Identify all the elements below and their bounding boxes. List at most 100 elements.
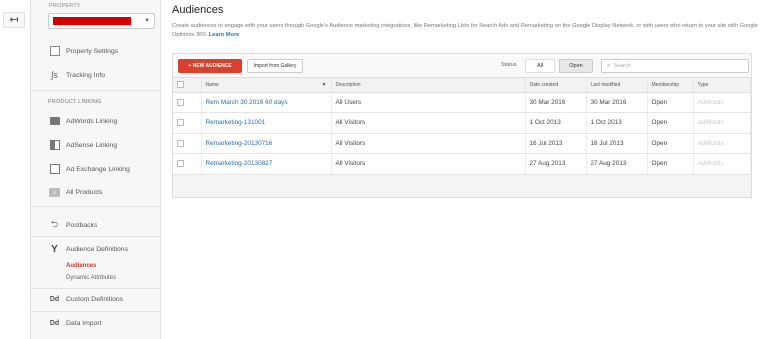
sidebar-item-label: Tracking Info bbox=[66, 71, 106, 79]
learn-more-link[interactable]: Learn More bbox=[209, 32, 240, 38]
table-row: Remarketing-20130716 All Visitors 16 Jul… bbox=[173, 133, 751, 154]
ga-admin-audiences: ↤ PROPERTY ▼ Property Settings ʃs Tracki… bbox=[0, 0, 768, 339]
sidebar-item-label: Postbacks bbox=[66, 221, 98, 229]
admin-sidebar: PROPERTY ▼ Property Settings ʃs Tracking… bbox=[31, 0, 161, 339]
sidebar-item-ad-exchange-linking[interactable]: Ad Exchange Linking bbox=[31, 158, 161, 180]
select-all-checkbox[interactable] bbox=[177, 81, 184, 89]
sidebar-item-label: AdSense Linking bbox=[66, 141, 118, 149]
sidebar-item-all-products[interactable]: ⠿ All Products bbox=[31, 181, 161, 203]
audience-name-link[interactable]: Remarketing-20130827 bbox=[201, 153, 332, 175]
date-created: 27 Aug 2013 bbox=[525, 153, 587, 175]
status-label: Status bbox=[501, 62, 517, 68]
audience-name-link[interactable]: Remarketing-131001 bbox=[201, 112, 332, 134]
date-created: 1 Oct 2013 bbox=[525, 112, 587, 134]
search-box[interactable]: ⌕ bbox=[601, 59, 749, 73]
column-header-membership[interactable]: Membership bbox=[647, 78, 694, 93]
sidebar-item-postbacks[interactable]: ⮌ Postbacks bbox=[31, 214, 161, 236]
column-header-description[interactable]: Description bbox=[331, 78, 526, 93]
audience-type: AdWords bbox=[693, 92, 751, 113]
new-audience-button[interactable]: + NEW AUDIENCE bbox=[178, 59, 242, 73]
membership: Open bbox=[647, 153, 694, 175]
import-from-gallery-button[interactable]: Import from Gallery bbox=[247, 59, 303, 73]
tracking-info-icon: ʃs bbox=[51, 70, 58, 80]
audiences-table: Name ▼ Description Date created Last modi… bbox=[173, 78, 751, 175]
column-header-last-modified[interactable]: Last modified bbox=[586, 78, 648, 93]
back-column: ↤ bbox=[0, 0, 31, 339]
membership: Open bbox=[647, 133, 694, 154]
sidebar-item-property-settings[interactable]: Property Settings bbox=[31, 40, 161, 62]
sidebar-item-audience-definitions[interactable]: Y Audience Definitions bbox=[31, 238, 161, 260]
divider bbox=[31, 236, 161, 237]
date-created: 30 Mar 2016 bbox=[525, 92, 587, 113]
search-input[interactable] bbox=[613, 63, 734, 69]
audience-name-link[interactable]: Rem March 30 2016 60 days bbox=[201, 92, 332, 113]
table-row: Remarketing-131001 All Visitors 1 Oct 20… bbox=[173, 112, 751, 134]
last-modified: 16 Jul 2013 bbox=[586, 133, 648, 154]
adsense-icon bbox=[49, 140, 60, 150]
sidebar-subitem-dynamic-attributes[interactable]: Dynamic Attributes bbox=[66, 275, 116, 281]
divider bbox=[31, 206, 161, 207]
toolbar: + NEW AUDIENCE Import from Gallery Statu… bbox=[173, 54, 751, 78]
audience-description: All Users bbox=[331, 92, 526, 113]
status-filter-all[interactable]: All bbox=[525, 59, 555, 73]
membership: Open bbox=[647, 92, 694, 113]
last-modified: 1 Oct 2013 bbox=[586, 112, 648, 134]
audience-description: All Visitors bbox=[331, 153, 526, 175]
data-import-icon: Dd bbox=[49, 319, 60, 327]
row-select-cell bbox=[173, 112, 202, 134]
audience-name-link[interactable]: Remarketing-20130716 bbox=[201, 133, 332, 154]
row-checkbox[interactable] bbox=[177, 98, 184, 106]
status-filter-open[interactable]: Open bbox=[559, 59, 593, 73]
chevron-down-icon: ▼ bbox=[144, 18, 150, 24]
sidebar-item-label: Property Settings bbox=[66, 47, 119, 55]
sidebar-item-label: Custom Definitions bbox=[66, 295, 124, 303]
sidebar-item-adsense-linking[interactable]: AdSense Linking bbox=[31, 134, 161, 156]
sidebar-item-label: Data Import bbox=[66, 319, 102, 327]
row-checkbox[interactable] bbox=[177, 139, 184, 147]
custom-definitions-icon: Dd bbox=[49, 295, 60, 303]
property-selector[interactable]: ▼ bbox=[48, 13, 155, 29]
membership: Open bbox=[647, 112, 694, 134]
sidebar-item-tracking-info[interactable]: ʃs Tracking Info bbox=[31, 64, 161, 86]
sidebar-item-label: AdWords Linking bbox=[66, 117, 118, 125]
last-modified: 30 Mar 2016 bbox=[586, 92, 648, 113]
sort-arrow-icon: ▼ bbox=[321, 81, 327, 88]
main-content: Audiences Create audiences to engage wit… bbox=[161, 0, 768, 339]
audience-type: AdWords bbox=[693, 153, 751, 175]
adwords-icon bbox=[49, 116, 60, 126]
sidebar-item-data-import[interactable]: Dd Data Import bbox=[31, 312, 161, 334]
audience-description: All Visitors bbox=[331, 133, 526, 154]
sidebar-item-adwords-linking[interactable]: AdWords Linking bbox=[31, 110, 161, 132]
table-row: Remarketing-20130827 All Visitors 27 Aug… bbox=[173, 153, 751, 175]
audiences-panel: + NEW AUDIENCE Import from Gallery Statu… bbox=[172, 53, 752, 198]
date-created: 16 Jul 2013 bbox=[525, 133, 587, 154]
column-header-type[interactable]: Type bbox=[693, 78, 751, 93]
product-linking-heading: PRODUCT LINKING bbox=[48, 99, 102, 105]
audience-definitions-icon: Y bbox=[51, 243, 58, 255]
all-products-icon: ⠿ bbox=[49, 187, 60, 197]
table-row: Rem March 30 2016 60 days All Users 30 M… bbox=[173, 92, 751, 113]
audience-type: AdWords bbox=[693, 133, 751, 154]
divider bbox=[31, 90, 161, 91]
column-header-name[interactable]: Name ▼ bbox=[201, 78, 332, 93]
select-all-header bbox=[173, 78, 202, 93]
property-settings-icon bbox=[49, 46, 60, 56]
row-select-cell bbox=[173, 92, 202, 113]
last-modified: 27 Aug 2013 bbox=[586, 153, 648, 175]
sidebar-item-custom-definitions[interactable]: Dd Custom Definitions bbox=[31, 288, 161, 310]
row-checkbox[interactable] bbox=[177, 119, 184, 127]
search-icon: ⌕ bbox=[607, 62, 611, 69]
sidebar-item-label: Ad Exchange Linking bbox=[66, 165, 130, 173]
sidebar-item-label: Audience Definitions bbox=[66, 245, 128, 253]
sidebar-subitem-audiences[interactable]: Audiences bbox=[66, 263, 96, 269]
ad-exchange-icon bbox=[49, 164, 60, 174]
table-header-row: Name ▼ Description Date created Last modi… bbox=[173, 78, 751, 93]
back-arrow-icon[interactable]: ↤ bbox=[3, 12, 25, 28]
sidebar-item-label: All Products bbox=[66, 188, 103, 196]
page-description: Create audiences to engage with your use… bbox=[172, 22, 762, 40]
row-select-cell bbox=[173, 133, 202, 154]
page-title: Audiences bbox=[172, 4, 224, 16]
row-checkbox[interactable] bbox=[177, 160, 184, 168]
redacted-property-name bbox=[53, 17, 131, 25]
column-header-date-created[interactable]: Date created bbox=[525, 78, 587, 93]
